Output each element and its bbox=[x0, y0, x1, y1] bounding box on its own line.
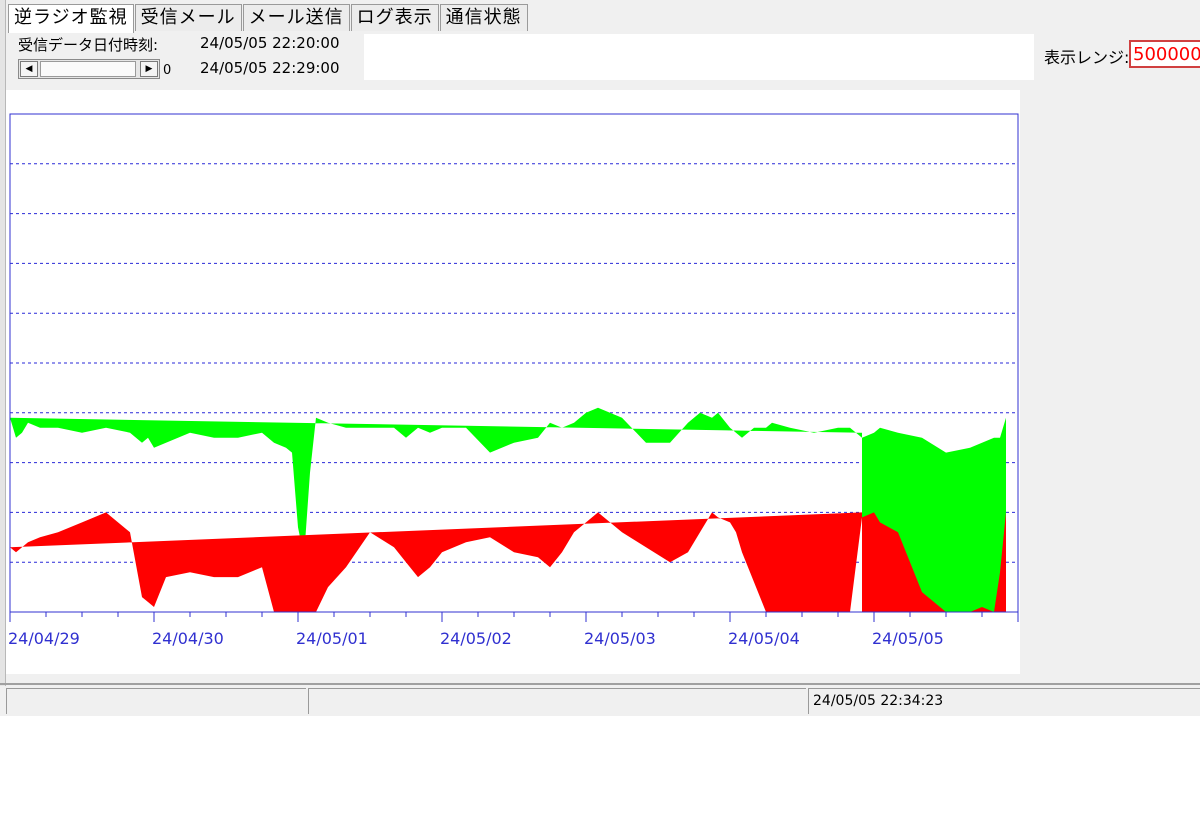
x-tick-label: 24/05/05 bbox=[872, 629, 944, 648]
status-clock: 24/05/05 22:34:23 bbox=[808, 688, 1200, 714]
scroll-right-arrow-icon[interactable]: ▶ bbox=[140, 61, 158, 77]
scroll-position-value: 0 bbox=[163, 63, 172, 78]
scroll-left-arrow-icon[interactable]: ◀ bbox=[20, 61, 38, 77]
status-bar: 24/05/05 22:34:23 bbox=[0, 686, 1200, 716]
tab-radio-monitor[interactable]: 逆ラジオ監視 bbox=[8, 4, 134, 33]
app-window: 逆ラジオ監視 受信メール メール送信 ログ表示 通信状態 受信データ日付時刻: … bbox=[0, 0, 1200, 716]
display-range-label: 表示レンジ: bbox=[1044, 48, 1130, 67]
received-datetime-label: 受信データ日付時刻: bbox=[18, 36, 159, 54]
x-tick-label: 24/05/04 bbox=[728, 629, 800, 648]
info-panel bbox=[364, 34, 1034, 80]
display-range-input[interactable] bbox=[1129, 40, 1200, 68]
x-tick-label: 24/05/01 bbox=[296, 629, 368, 648]
received-time-end: 24/05/05 22:29:00 bbox=[200, 59, 340, 77]
tab-connection-status[interactable]: 通信状態 bbox=[439, 4, 528, 31]
scroll-thumb[interactable] bbox=[40, 61, 136, 77]
tab-log-view[interactable]: ログ表示 bbox=[350, 4, 439, 31]
tab-strip: 逆ラジオ監視 受信メール メール送信 ログ表示 通信状態 bbox=[8, 4, 529, 33]
x-tick-label: 24/05/03 bbox=[584, 629, 656, 648]
time-scrollbar[interactable]: ◀ ▶ bbox=[18, 59, 160, 79]
received-time-start: 24/05/05 22:20:00 bbox=[200, 34, 340, 52]
x-tick-label: 24/04/30 bbox=[152, 629, 224, 648]
x-tick-label: 24/05/02 bbox=[440, 629, 512, 648]
tab-received-mail[interactable]: 受信メール bbox=[134, 4, 242, 31]
status-separator bbox=[0, 683, 1200, 685]
status-panel-1 bbox=[6, 688, 306, 714]
status-panel-2 bbox=[308, 688, 806, 714]
chart-panel: 24/04/29 24/04/30 24/05/01 24/05/02 24/05/03… bbox=[6, 90, 1020, 674]
x-tick-label: 24/04/29 bbox=[8, 629, 80, 648]
tab-send-mail[interactable]: メール送信 bbox=[242, 4, 350, 31]
traffic-chart: 24/04/29 24/04/30 24/05/01 24/05/02 24/05/03… bbox=[8, 113, 1019, 648]
